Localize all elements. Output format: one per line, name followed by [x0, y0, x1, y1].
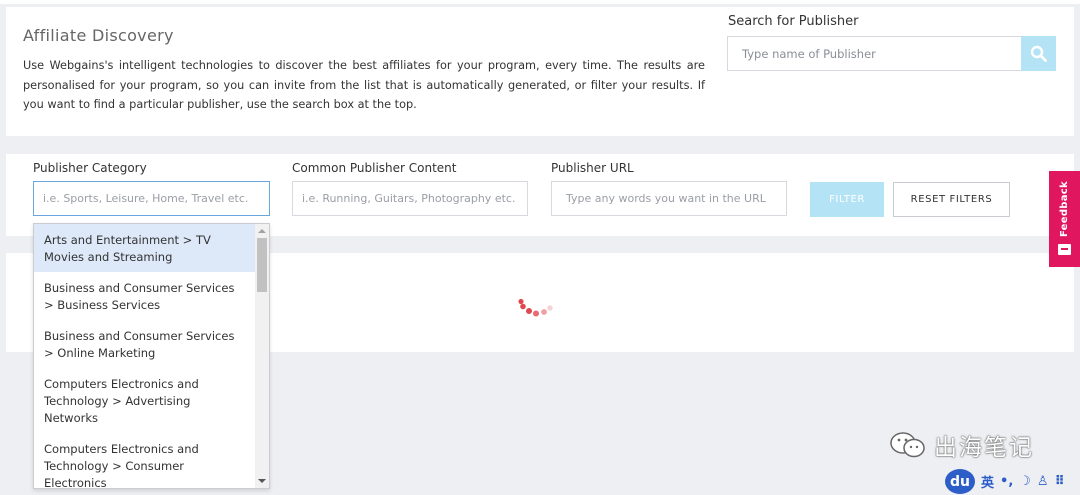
intro-panel: Affiliate Discovery Use Webgains's intel… [6, 7, 1074, 136]
category-option[interactable]: Computers Electronics and Technology > A… [34, 368, 256, 433]
category-dropdown[interactable]: Arts and Entertainment > TV Movies and S… [33, 223, 270, 489]
category-input[interactable] [33, 181, 270, 216]
publisher-search-input[interactable] [727, 36, 1022, 71]
category-dropdown-list: Arts and Entertainment > TV Movies and S… [34, 224, 256, 488]
search-icon [1030, 45, 1047, 62]
dropdown-scrollbar[interactable] [255, 224, 269, 488]
feedback-tab[interactable]: Feedback [1049, 171, 1080, 267]
loading-spinner-icon [518, 298, 553, 317]
ime-language-toggle[interactable]: 英 [981, 472, 994, 491]
content-input[interactable] [292, 181, 528, 216]
watermark-text: 出海笔记 [934, 435, 1034, 461]
ime-moon-icon[interactable]: ☽ [1019, 474, 1031, 489]
ime-logo[interactable]: du [945, 469, 975, 494]
watermark: 出海笔记 [888, 428, 1034, 462]
url-label: Publisher URL [551, 161, 634, 175]
scroll-down-icon[interactable] [258, 479, 266, 483]
scroll-up-icon[interactable] [258, 229, 266, 233]
ime-punctuation-icon[interactable]: •, [1000, 474, 1013, 489]
scrollbar-thumb[interactable] [257, 238, 267, 292]
content-label: Common Publisher Content [292, 161, 457, 175]
category-option[interactable]: Business and Consumer Services > Online … [34, 320, 256, 368]
feedback-label: Feedback [1059, 181, 1070, 238]
wechat-icon [890, 432, 925, 458]
feedback-icon [1058, 244, 1071, 256]
category-option[interactable]: Arts and Entertainment > TV Movies and S… [34, 224, 256, 272]
category-option[interactable]: Business and Consumer Services > Busines… [34, 272, 256, 320]
search-button[interactable] [1021, 36, 1056, 71]
category-label: Publisher Category [33, 161, 147, 175]
top-strip [0, 0, 1080, 4]
reset-filters-button[interactable]: RESET FILTERS [893, 182, 1010, 217]
ime-toolbar: du 英 •, ☽ ♙ ⠿ [945, 468, 1080, 495]
url-input[interactable] [551, 181, 787, 216]
ime-user-icon[interactable]: ♙ [1037, 474, 1049, 489]
intro-description: Use Webgains's intelligent technologies … [23, 59, 705, 111]
category-option[interactable]: Computers Electronics and Technology > C… [34, 433, 256, 488]
search-label: Search for Publisher [728, 14, 859, 29]
page-title: Affiliate Discovery [23, 26, 174, 45]
ime-grid-icon[interactable]: ⠿ [1055, 474, 1065, 489]
filter-button[interactable]: FILTER [810, 182, 884, 217]
